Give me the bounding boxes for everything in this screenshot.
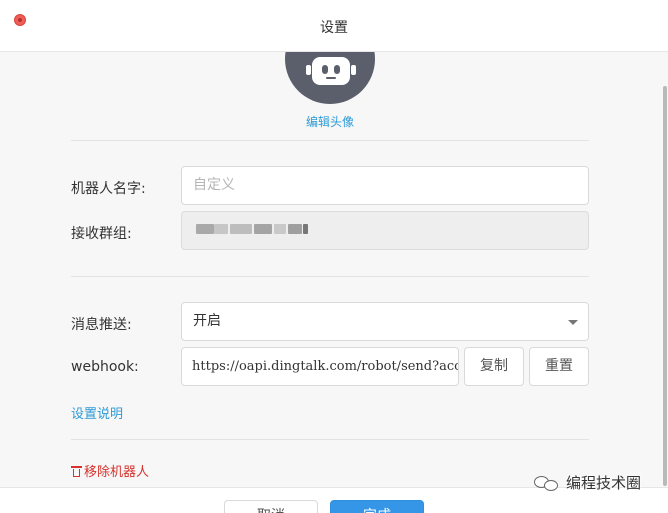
scrollbar-thumb[interactable] [663, 86, 667, 486]
webhook-label: webhook: [71, 359, 139, 375]
message-push-select[interactable]: 开启 [181, 302, 589, 341]
reset-button[interactable]: 重置 [529, 347, 589, 386]
robot-name-label: 机器人名字: [71, 181, 146, 197]
window-title: 设置 [320, 20, 348, 36]
divider [71, 140, 589, 141]
watermark: 编程技术圈 [534, 472, 641, 493]
title-bar: 设置 [0, 0, 668, 52]
message-push-value: 开启 [193, 313, 221, 329]
remove-robot-link[interactable]: 移除机器人 [71, 461, 149, 480]
done-button[interactable]: 完成 [330, 500, 424, 513]
remove-robot-label: 移除机器人 [84, 465, 150, 480]
receive-group-label: 接收群组: [71, 226, 132, 242]
settings-help-link[interactable]: 设置说明 [71, 403, 123, 422]
message-push-label: 消息推送: [71, 317, 132, 333]
robot-name-input[interactable]: 自定义 [181, 166, 589, 205]
divider [71, 276, 589, 277]
scrollbar[interactable] [662, 52, 668, 487]
edit-avatar-link[interactable]: 编辑头像 [0, 113, 660, 130]
wechat-icon [534, 474, 560, 492]
cancel-button[interactable]: 取消 [224, 500, 318, 513]
robot-avatar-icon [306, 57, 356, 85]
copy-button[interactable]: 复制 [464, 347, 524, 386]
robot-avatar[interactable] [285, 52, 375, 104]
divider [71, 439, 589, 440]
trash-icon [71, 465, 82, 477]
settings-content: 编辑头像 机器人名字: 自定义 接收群组: 消息推送: 开启 webhook: … [0, 52, 668, 487]
chevron-down-icon [568, 320, 578, 325]
receive-group-field [181, 211, 589, 250]
watermark-text: 编程技术圈 [566, 474, 642, 492]
webhook-input[interactable]: https://oapi.dingtalk.com/robot/send?acc… [181, 347, 459, 386]
